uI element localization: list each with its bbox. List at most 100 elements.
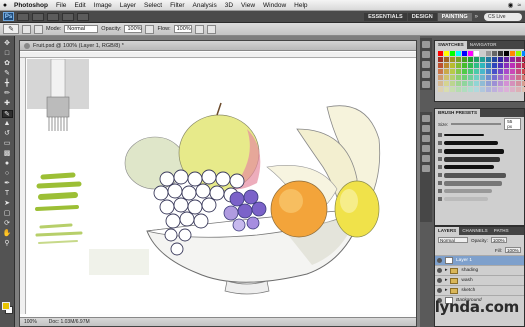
cs-live-button[interactable]: CS Live xyxy=(484,12,522,21)
layer-fill-field[interactable]: 100% xyxy=(505,247,521,253)
character-panel-icon[interactable] xyxy=(422,125,430,132)
swatch[interactable] xyxy=(504,81,509,86)
menu-app-photoshop[interactable]: Photoshop xyxy=(10,2,52,9)
disclosure-triangle-icon[interactable]: ▸ xyxy=(445,268,447,273)
brush-preset-row[interactable] xyxy=(435,139,524,147)
swatch[interactable] xyxy=(492,75,497,80)
brush-panel-icon[interactable] xyxy=(422,115,430,122)
swatch[interactable] xyxy=(438,75,443,80)
swatch[interactable] xyxy=(516,63,521,68)
opacity-field[interactable]: 100% xyxy=(124,25,143,33)
swatch[interactable] xyxy=(498,57,503,62)
adjustments-panel-icon[interactable] xyxy=(422,145,430,152)
gradient-icon[interactable]: ▩ xyxy=(2,150,13,158)
tab-channels[interactable]: CHANNELS xyxy=(459,227,491,235)
healing-icon[interactable]: ✚ xyxy=(2,100,13,108)
swatch[interactable] xyxy=(480,75,485,80)
swatch[interactable] xyxy=(504,87,509,92)
canvas[interactable] xyxy=(27,59,416,314)
workspace-painting[interactable]: PAINTING xyxy=(437,12,472,21)
swatch[interactable] xyxy=(474,51,479,56)
zoom-icon[interactable]: ⚲ xyxy=(2,240,13,248)
swatch[interactable] xyxy=(498,69,503,74)
workspace-essentials[interactable]: ESSENTIALS xyxy=(364,12,407,21)
type-icon[interactable]: T xyxy=(2,190,13,198)
swatch[interactable] xyxy=(474,57,479,62)
swatch[interactable] xyxy=(510,51,515,56)
menu-analysis[interactable]: Analysis xyxy=(189,2,221,9)
swatch[interactable] xyxy=(456,75,461,80)
shape-icon[interactable]: ▢ xyxy=(2,210,13,218)
swatch[interactable] xyxy=(456,63,461,68)
swatch-grid[interactable] xyxy=(435,49,525,94)
lasso-icon[interactable]: ✿ xyxy=(2,60,13,68)
swatch[interactable] xyxy=(468,51,473,56)
swatch[interactable] xyxy=(468,63,473,68)
menu-filter[interactable]: Filter xyxy=(166,2,188,9)
airbrush-button[interactable] xyxy=(194,24,204,34)
toggle-brush-panel-button[interactable] xyxy=(34,24,43,34)
brush-preset-row[interactable] xyxy=(435,131,524,139)
swatch[interactable] xyxy=(510,63,515,68)
swatch[interactable] xyxy=(438,51,443,56)
swatch[interactable] xyxy=(456,51,461,56)
zoom-level[interactable]: 100% xyxy=(24,318,37,326)
zoom-level-button[interactable] xyxy=(47,12,59,21)
eye-icon[interactable] xyxy=(437,278,442,283)
document-tab[interactable]: Fruit.psd @ 100% (Layer 1, RGB/8) * xyxy=(20,41,416,51)
tab-layers[interactable]: LAYERS xyxy=(435,227,460,235)
stamp-icon[interactable]: ▲ xyxy=(2,120,13,128)
brush-preset-picker[interactable] xyxy=(22,24,31,34)
wifi-icon[interactable]: ≈ xyxy=(517,2,521,9)
swatch[interactable] xyxy=(450,63,455,68)
layer-row-layer-1[interactable]: Layer 1 xyxy=(435,255,524,265)
eye-icon[interactable] xyxy=(437,258,442,263)
swatch[interactable] xyxy=(510,57,515,62)
quick-select-icon[interactable]: ✎ xyxy=(2,70,13,78)
swatch[interactable] xyxy=(462,63,467,68)
brush-icon[interactable]: ✎ xyxy=(1,110,13,118)
brush-preset-row[interactable] xyxy=(435,155,524,163)
swatch[interactable] xyxy=(444,51,449,56)
menu-file[interactable]: File xyxy=(52,2,70,9)
swatch[interactable] xyxy=(474,63,479,68)
swatch[interactable] xyxy=(516,87,521,92)
mini-bridge-button[interactable] xyxy=(32,12,44,21)
swatch[interactable] xyxy=(504,75,509,80)
tab-swatches[interactable]: SWATCHES xyxy=(435,41,467,49)
layer-row-sketch[interactable]: ▸ sketch xyxy=(435,285,524,295)
swatch[interactable] xyxy=(450,57,455,62)
swatch[interactable] xyxy=(504,51,509,56)
swatch[interactable] xyxy=(444,87,449,92)
swatch[interactable] xyxy=(468,69,473,74)
swatch[interactable] xyxy=(516,57,521,62)
paragraph-panel-icon[interactable] xyxy=(422,135,430,142)
mode-select[interactable]: Normal xyxy=(64,25,99,33)
swatch[interactable] xyxy=(486,87,491,92)
eraser-icon[interactable]: ▭ xyxy=(2,140,13,148)
swatch[interactable] xyxy=(516,69,521,74)
menu-select[interactable]: Select xyxy=(140,2,166,9)
swatch[interactable] xyxy=(444,81,449,86)
swatch[interactable] xyxy=(462,51,467,56)
swatch[interactable] xyxy=(480,63,485,68)
swatch[interactable] xyxy=(444,75,449,80)
swatch[interactable] xyxy=(486,81,491,86)
menu-edit[interactable]: Edit xyxy=(70,2,89,9)
menu-3d[interactable]: 3D xyxy=(221,2,237,9)
eyedropper-icon[interactable]: ✏ xyxy=(2,90,13,98)
brush-preset-row[interactable] xyxy=(435,171,524,179)
tab-brush-presets[interactable]: BRUSH PRESETS xyxy=(435,109,481,117)
swatch[interactable] xyxy=(450,75,455,80)
swatch[interactable] xyxy=(462,75,467,80)
brush-preset-row[interactable] xyxy=(435,163,524,171)
pen-icon[interactable]: ✒ xyxy=(2,180,13,188)
layer-opacity-field[interactable]: 100% xyxy=(490,237,507,243)
swatch[interactable] xyxy=(456,87,461,92)
brush-size-value[interactable]: 55 px xyxy=(504,118,521,130)
status-menu-icon[interactable]: ◉ xyxy=(508,1,514,9)
swatch[interactable] xyxy=(504,63,509,68)
document-size[interactable]: Doc: 1.03M/6.97M xyxy=(49,318,90,326)
bridge-button[interactable] xyxy=(17,12,29,21)
foreground-color-swatch[interactable] xyxy=(2,302,10,310)
